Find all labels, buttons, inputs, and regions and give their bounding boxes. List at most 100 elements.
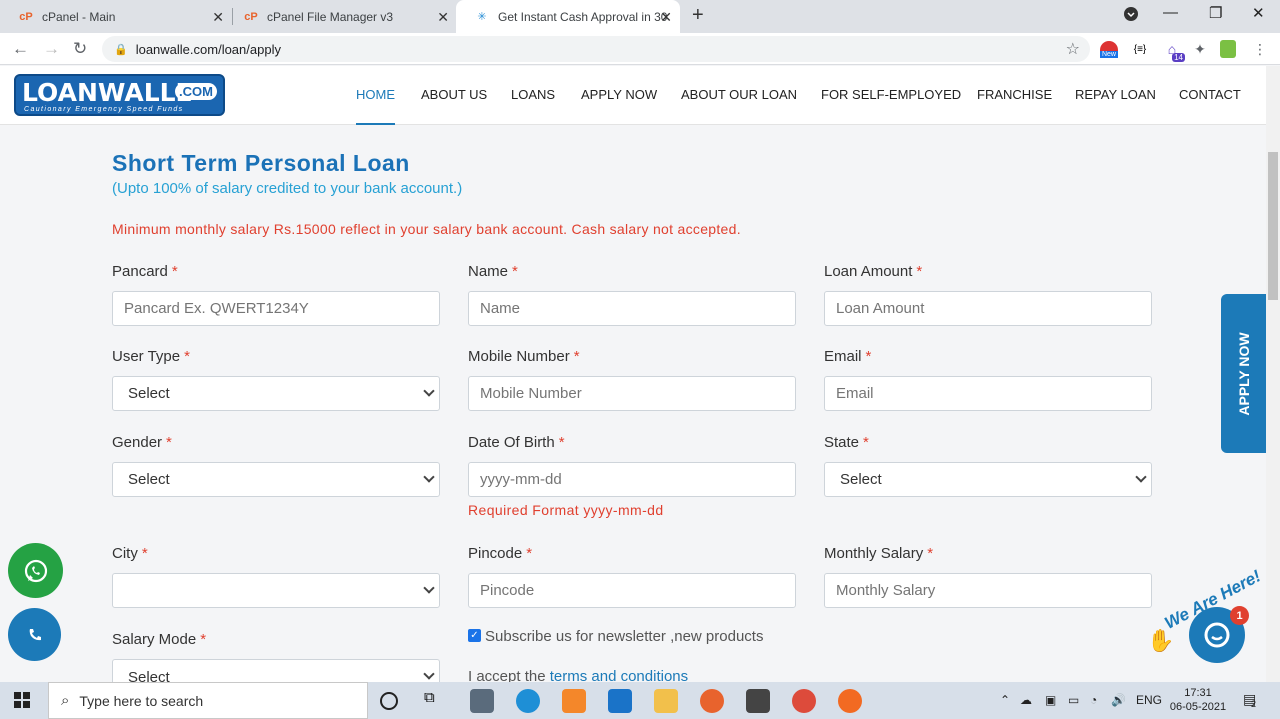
chrome-icon[interactable]: [792, 689, 816, 713]
cortana-icon[interactable]: [380, 692, 398, 710]
language-indicator[interactable]: ENG: [1136, 693, 1162, 707]
taskbar-search[interactable]: ⌕ Type here to search: [48, 682, 368, 719]
bookmark-star-icon[interactable]: ☆: [1066, 39, 1080, 59]
cloud-icon[interactable]: ☁: [1020, 693, 1032, 707]
tab-title: Get Instant Cash Approval in 30: [498, 9, 668, 24]
chevron-down-icon: [1135, 471, 1147, 483]
puzzle-icon[interactable]: ✦: [1190, 40, 1210, 58]
pancard-input[interactable]: [112, 291, 440, 326]
phone-button[interactable]: [8, 608, 61, 661]
volume-icon[interactable]: 🔊: [1111, 693, 1126, 707]
battery-icon[interactable]: ▭: [1068, 693, 1079, 707]
close-icon[interactable]: ✕: [212, 9, 224, 26]
city-label: City *: [112, 545, 148, 562]
page-subtitle: (Upto 100% of salary credited to your ba…: [112, 180, 463, 197]
salary-mode-select[interactable]: Select: [112, 659, 440, 682]
state-value: Select: [840, 471, 882, 488]
menu-about-us[interactable]: ABOUT US: [421, 87, 487, 102]
search-icon: ⌕: [61, 692, 70, 709]
window-close-icon[interactable]: ✕: [1252, 4, 1265, 22]
monthly-salary-input[interactable]: [824, 573, 1152, 608]
pincode-input[interactable]: [468, 573, 796, 608]
close-icon[interactable]: ✕: [437, 9, 449, 26]
terms-text: I accept the terms and conditions: [468, 668, 688, 682]
mail-icon[interactable]: [608, 689, 632, 713]
menu-apply-now[interactable]: APPLY NOW: [581, 87, 657, 102]
close-icon[interactable]: ✕: [660, 9, 672, 26]
newsletter-checkbox[interactable]: ✓: [468, 629, 481, 642]
name-label: Name *: [468, 263, 518, 280]
house-extension-icon[interactable]: ⌂ 14: [1162, 40, 1185, 62]
menu-about-our-loan[interactable]: ABOUT OUR LOAN: [681, 87, 797, 102]
menu-loans[interactable]: LOANS: [511, 87, 555, 102]
address-bar[interactable]: 🔒 loanwalle.com/loan/apply ☆: [102, 36, 1090, 62]
gender-select[interactable]: Select: [112, 462, 440, 497]
tab-title: cPanel File Manager v3: [267, 9, 394, 24]
terms-link[interactable]: terms and conditions: [550, 668, 688, 682]
notification-count: 2: [1251, 699, 1257, 709]
gender-label: Gender *: [112, 434, 172, 451]
menu-contact[interactable]: CONTACT: [1179, 87, 1241, 102]
system-clock[interactable]: 17:31 06-05-2021: [1168, 686, 1228, 714]
firefox-icon[interactable]: [700, 689, 724, 713]
chevron-down-icon: [423, 582, 435, 594]
menu-franchise[interactable]: FRANCHISE: [977, 87, 1052, 102]
name-input[interactable]: [468, 291, 796, 326]
windows-start-icon[interactable]: [14, 692, 30, 708]
store-icon[interactable]: [470, 689, 494, 713]
loan-amount-input[interactable]: [824, 291, 1152, 326]
loanwalle-logo[interactable]: LOANWALLE .COM Cautionary Emergency Spee…: [14, 74, 225, 116]
file-explorer-icon[interactable]: [654, 689, 678, 713]
state-select[interactable]: Select: [824, 462, 1152, 497]
email-input[interactable]: [824, 376, 1152, 411]
salary-mode-value: Select: [128, 669, 170, 682]
loading-icon: ✳: [477, 11, 487, 23]
wifi-icon[interactable]: ◔: [1090, 693, 1097, 707]
reload-icon[interactable]: ↻: [73, 39, 87, 59]
restore-icon[interactable]: ❐: [1209, 4, 1222, 22]
user-type-select[interactable]: Select: [112, 376, 440, 411]
notification-center-icon[interactable]: ▤ 2: [1243, 691, 1257, 709]
dob-label: Date Of Birth *: [468, 434, 565, 451]
apply-now-side-tab[interactable]: APPLY NOW: [1221, 294, 1266, 453]
logo-tagline: Cautionary Emergency Speed Funds: [24, 106, 184, 113]
xampp-icon[interactable]: [562, 689, 586, 713]
forward-icon[interactable]: →: [43, 39, 60, 59]
salary-mode-label: Salary Mode *: [112, 631, 207, 648]
browser-tab[interactable]: cP cPanel - Main ✕: [0, 0, 232, 33]
menu-for-self-employed[interactable]: FOR SELF-EMPLOYED: [821, 87, 961, 102]
scrollbar-thumb[interactable]: [1268, 152, 1278, 300]
browser-tab-active[interactable]: ✳ Get Instant Cash Approval in 30 ✕: [456, 0, 680, 33]
minimize-icon[interactable]: —: [1163, 4, 1178, 21]
dob-input[interactable]: [468, 462, 796, 497]
extension-count-badge: 14: [1172, 53, 1185, 62]
apply-now-label: APPLY NOW: [1235, 331, 1252, 416]
browser-tab-bar: cP cPanel - Main ✕ cP cPanel File Manage…: [0, 0, 1280, 33]
tray-expand-icon[interactable]: ⌃: [1000, 693, 1010, 707]
whatsapp-button[interactable]: [8, 543, 63, 598]
browser-tab[interactable]: cP cPanel File Manager v3 ✕: [225, 0, 457, 33]
profile-avatar[interactable]: [1220, 40, 1236, 58]
json-extension-icon[interactable]: {≡}: [1130, 40, 1150, 58]
task-view-icon[interactable]: ⧉: [424, 689, 448, 713]
more-menu-icon[interactable]: ⋮: [1250, 40, 1270, 58]
page-title: Short Term Personal Loan: [112, 150, 410, 176]
url-text[interactable]: loanwalle.com/loan/apply: [136, 42, 281, 57]
monthly-salary-label: Monthly Salary *: [824, 545, 934, 562]
menu-home[interactable]: HOME: [356, 87, 395, 102]
display-icon[interactable]: ▣: [1045, 693, 1056, 707]
edge-icon[interactable]: [516, 689, 540, 713]
tab-title: cPanel - Main: [42, 9, 116, 24]
city-select[interactable]: [112, 573, 440, 608]
sublime-text-icon[interactable]: [746, 689, 770, 713]
menu-repay-loan[interactable]: REPAY LOAN: [1075, 87, 1156, 102]
postman-icon[interactable]: [838, 689, 862, 713]
taskbar-search-placeholder: Type here to search: [79, 692, 204, 709]
salary-notice: Minimum monthly salary Rs.15000 reflect …: [112, 221, 741, 237]
tab-search-icon[interactable]: [1124, 7, 1138, 25]
mobile-input[interactable]: [468, 376, 796, 411]
back-icon[interactable]: ←: [12, 39, 29, 59]
extension-new-icon[interactable]: New: [1099, 40, 1119, 58]
new-tab-button[interactable]: +: [692, 4, 704, 27]
cpanel-icon: cP: [19, 10, 33, 23]
